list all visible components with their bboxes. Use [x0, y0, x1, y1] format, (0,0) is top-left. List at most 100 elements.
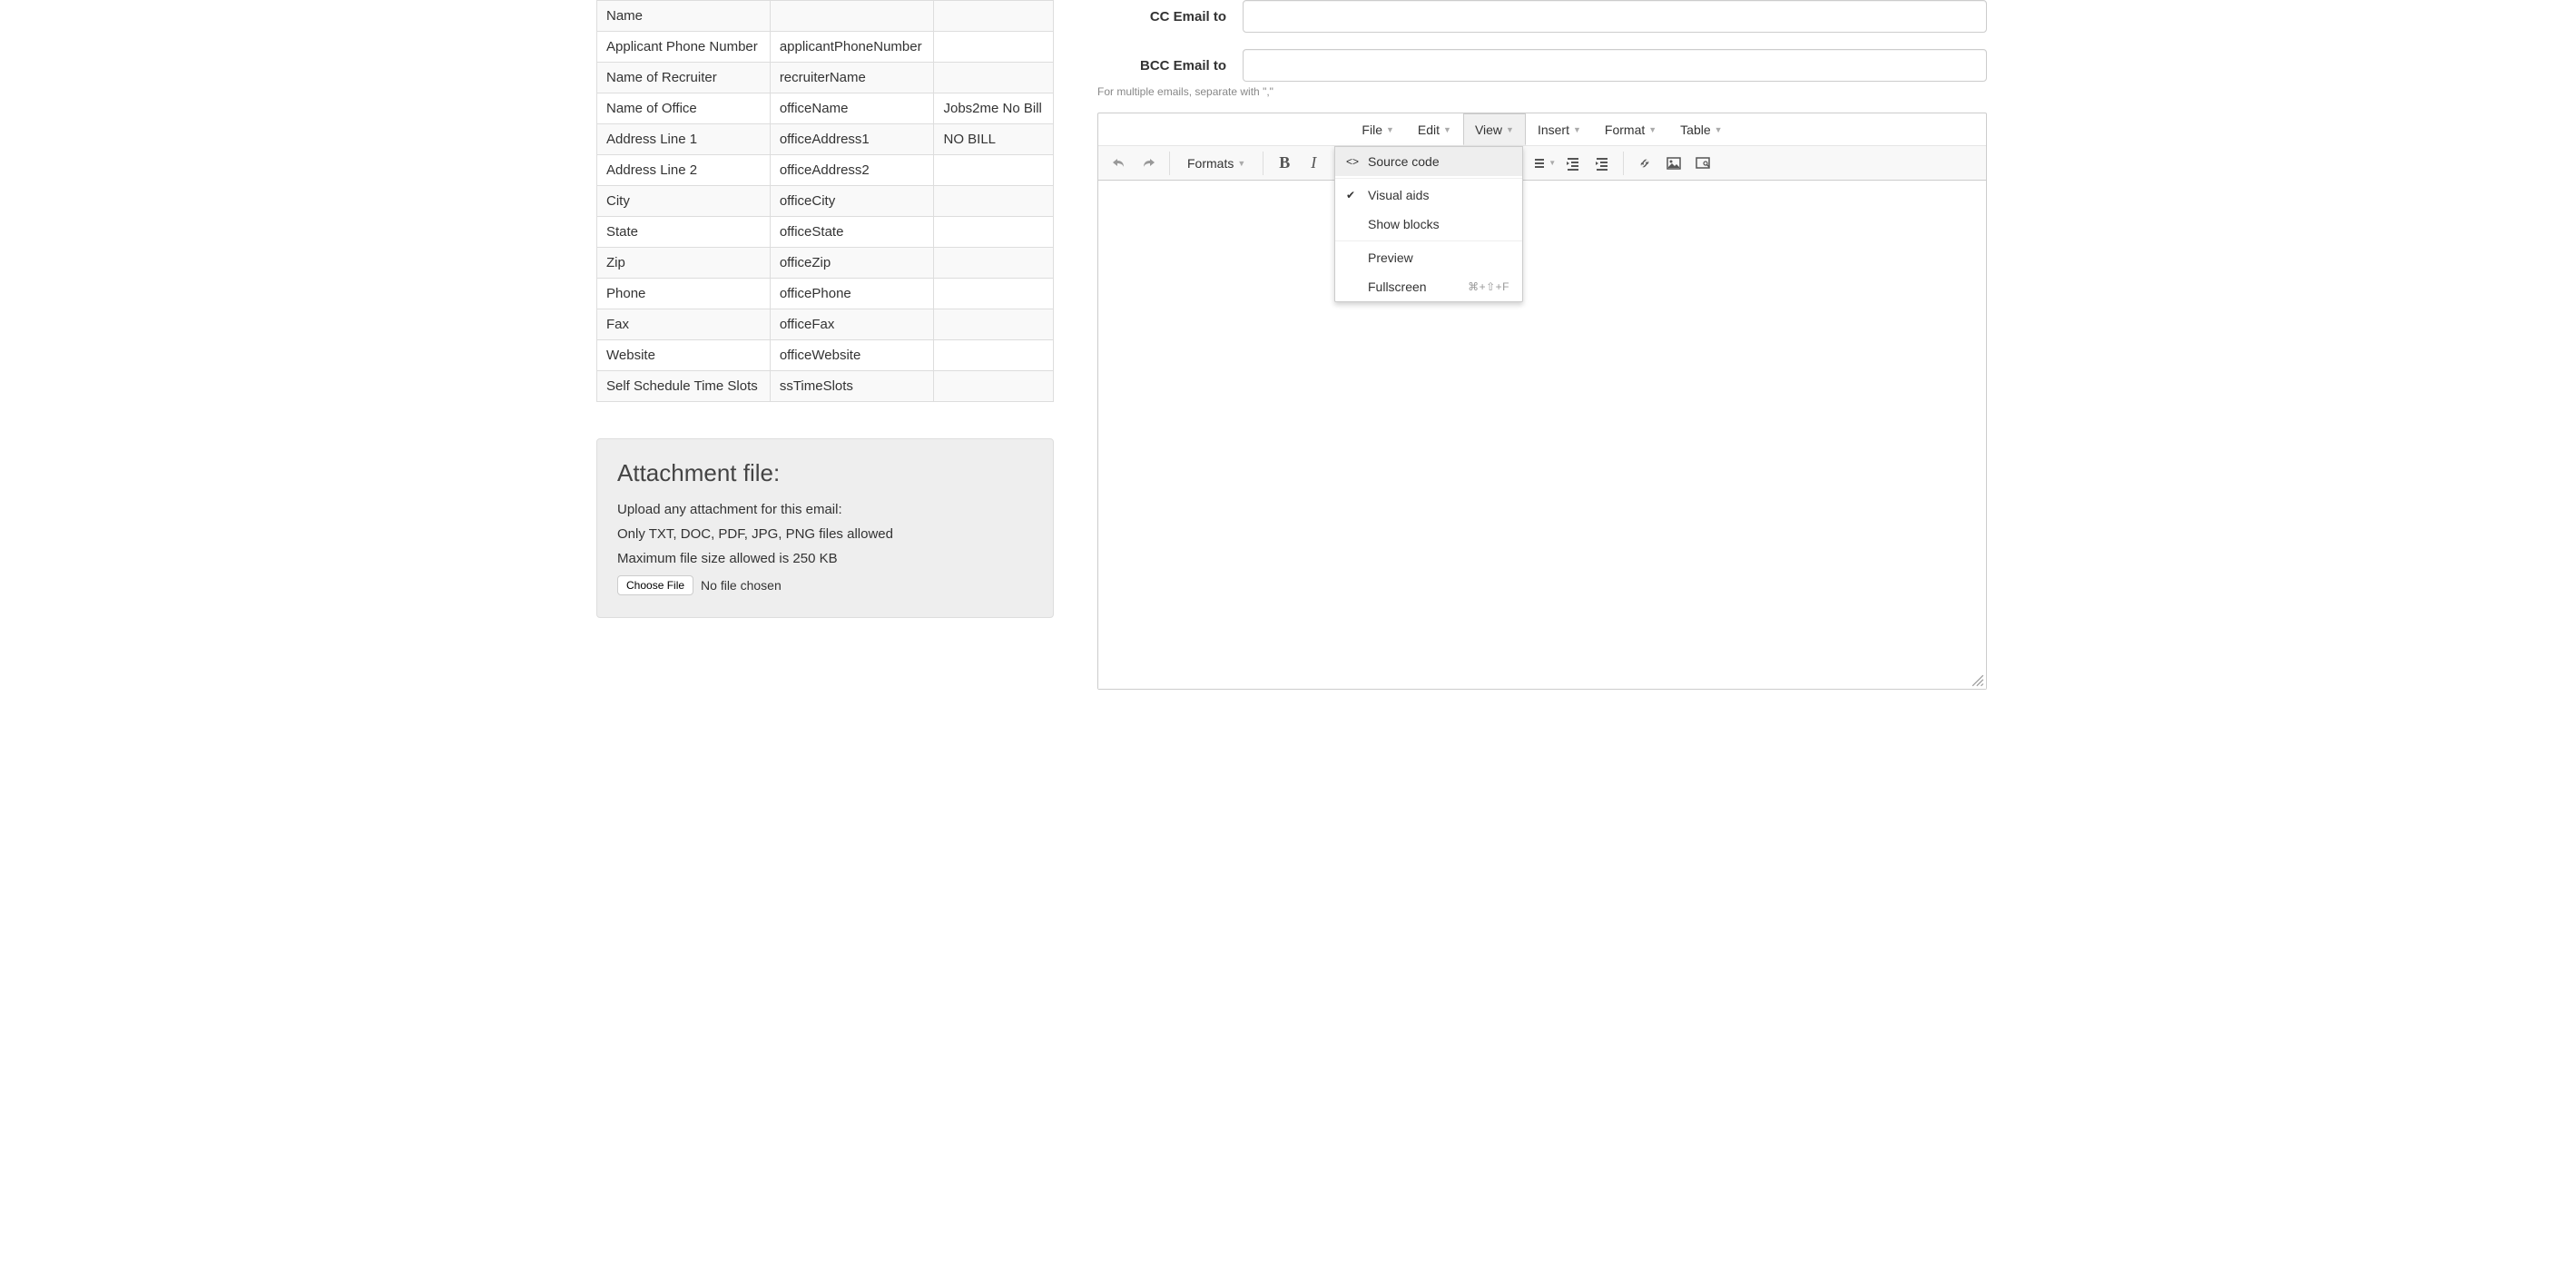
choose-file-button[interactable]: Choose File: [617, 575, 693, 595]
field-extra: [934, 32, 1054, 63]
field-variable: officeState: [770, 217, 934, 248]
field-variable: officeAddress2: [770, 155, 934, 186]
menu-view[interactable]: View ▼: [1463, 113, 1526, 145]
field-variable: officeCity: [770, 186, 934, 217]
field-label: Name of Office: [597, 93, 771, 124]
bcc-email-label: BCC Email to: [1097, 58, 1243, 74]
field-extra: [934, 340, 1054, 371]
field-extra: [934, 186, 1054, 217]
field-extra: [934, 217, 1054, 248]
rich-text-editor: File ▼Edit ▼View ▼Insert ▼Format ▼Table …: [1097, 113, 1987, 690]
field-label: Applicant Phone Number: [597, 32, 771, 63]
attachment-title: Attachment file:: [617, 459, 1033, 487]
field-label: Address Line 1: [597, 124, 771, 155]
menu-visual-aids[interactable]: ✔ Visual aids: [1335, 181, 1522, 210]
field-extra: [934, 248, 1054, 279]
bcc-email-row: BCC Email to: [1097, 49, 1987, 82]
field-label: Self Schedule Time Slots: [597, 371, 771, 402]
undo-icon[interactable]: [1106, 150, 1133, 177]
field-label: State: [597, 217, 771, 248]
field-variable: ssTimeSlots: [770, 371, 934, 402]
field-extra: [934, 279, 1054, 309]
attachment-desc-3: Maximum file size allowed is 250 KB: [617, 551, 1033, 566]
menu-file[interactable]: File ▼: [1350, 113, 1405, 145]
field-label: Phone: [597, 279, 771, 309]
menu-source-code[interactable]: <> Source code: [1335, 147, 1522, 176]
resize-handle-icon[interactable]: [1971, 674, 1984, 687]
field-extra: NO BILL: [934, 124, 1054, 155]
redo-icon[interactable]: [1135, 150, 1162, 177]
field-variable: [770, 1, 934, 32]
italic-icon[interactable]: I: [1300, 150, 1327, 177]
table-row: FaxofficeFax: [597, 309, 1054, 340]
editor-toolbar: Formats ▼ B I ▼: [1098, 146, 1986, 181]
no-file-label: No file chosen: [701, 578, 782, 593]
field-extra: Jobs2me No Bill: [934, 93, 1054, 124]
field-variable: officeZip: [770, 248, 934, 279]
fullscreen-shortcut: ⌘+⇧+F: [1468, 280, 1509, 293]
menu-insert[interactable]: Insert ▼: [1526, 113, 1593, 145]
field-label: Zip: [597, 248, 771, 279]
attachment-desc-1: Upload any attachment for this email:: [617, 502, 1033, 517]
preview-icon[interactable]: [1689, 150, 1716, 177]
indent-icon[interactable]: [1588, 150, 1616, 177]
table-row: CityofficeCity: [597, 186, 1054, 217]
table-row: PhoneofficePhone: [597, 279, 1054, 309]
editor-content-area[interactable]: [1098, 181, 1986, 689]
code-icon: <>: [1346, 155, 1359, 168]
field-extra: [934, 63, 1054, 93]
field-label: Website: [597, 340, 771, 371]
table-row: StateofficeState: [597, 217, 1054, 248]
table-row: Applicant Phone NumberapplicantPhoneNumb…: [597, 32, 1054, 63]
formats-dropdown-button[interactable]: Formats ▼: [1177, 150, 1255, 177]
field-variable: officePhone: [770, 279, 934, 309]
caret-down-icon: ▼: [1715, 125, 1723, 134]
table-row: Address Line 1officeAddress1NO BILL: [597, 124, 1054, 155]
menu-fullscreen[interactable]: Fullscreen ⌘+⇧+F: [1335, 272, 1522, 301]
caret-down-icon: ▼: [1443, 125, 1451, 134]
cc-email-input[interactable]: [1243, 0, 1987, 33]
field-variable: officeName: [770, 93, 934, 124]
cc-email-label: CC Email to: [1097, 9, 1243, 25]
bcc-email-input[interactable]: [1243, 49, 1987, 82]
field-label: Fax: [597, 309, 771, 340]
caret-down-icon: ▼: [1506, 125, 1514, 134]
field-extra: [934, 309, 1054, 340]
table-row: Name: [597, 1, 1054, 32]
menu-table[interactable]: Table ▼: [1668, 113, 1734, 145]
caret-down-icon: ▼: [1386, 125, 1394, 134]
field-variable: officeAddress1: [770, 124, 934, 155]
field-label: Name of Recruiter: [597, 63, 771, 93]
field-extra: [934, 371, 1054, 402]
menu-show-blocks[interactable]: Show blocks: [1335, 210, 1522, 239]
variable-table: NameApplicant Phone NumberapplicantPhone…: [596, 0, 1054, 402]
attachment-desc-2: Only TXT, DOC, PDF, JPG, PNG files allow…: [617, 526, 1033, 542]
field-variable: applicantPhoneNumber: [770, 32, 934, 63]
check-icon: ✔: [1346, 189, 1355, 201]
field-label: Address Line 2: [597, 155, 771, 186]
caret-down-icon: ▼: [1648, 125, 1657, 134]
caret-down-icon: ▼: [1573, 125, 1581, 134]
menu-edit[interactable]: Edit ▼: [1406, 113, 1463, 145]
list-dropdown-icon[interactable]: ▼: [1530, 150, 1558, 177]
menu-format[interactable]: Format ▼: [1593, 113, 1668, 145]
table-row: Name of RecruiterrecruiterName: [597, 63, 1054, 93]
view-dropdown: <> Source code ✔ Visual aids Show blocks…: [1334, 146, 1523, 302]
table-row: WebsiteofficeWebsite: [597, 340, 1054, 371]
field-variable: officeWebsite: [770, 340, 934, 371]
field-variable: officeFax: [770, 309, 934, 340]
table-row: Self Schedule Time SlotsssTimeSlots: [597, 371, 1054, 402]
multi-email-hint: For multiple emails, separate with ",": [1097, 85, 1987, 98]
image-icon[interactable]: [1660, 150, 1687, 177]
menu-preview[interactable]: Preview: [1335, 243, 1522, 272]
attachment-panel: Attachment file: Upload any attachment f…: [596, 438, 1054, 618]
table-row: Address Line 2officeAddress2: [597, 155, 1054, 186]
table-row: Name of OfficeofficeNameJobs2me No Bill: [597, 93, 1054, 124]
bold-icon[interactable]: B: [1271, 150, 1298, 177]
field-label: City: [597, 186, 771, 217]
link-icon[interactable]: [1631, 150, 1658, 177]
outdent-icon[interactable]: [1559, 150, 1587, 177]
field-extra: [934, 1, 1054, 32]
field-variable: recruiterName: [770, 63, 934, 93]
cc-email-row: CC Email to: [1097, 0, 1987, 33]
